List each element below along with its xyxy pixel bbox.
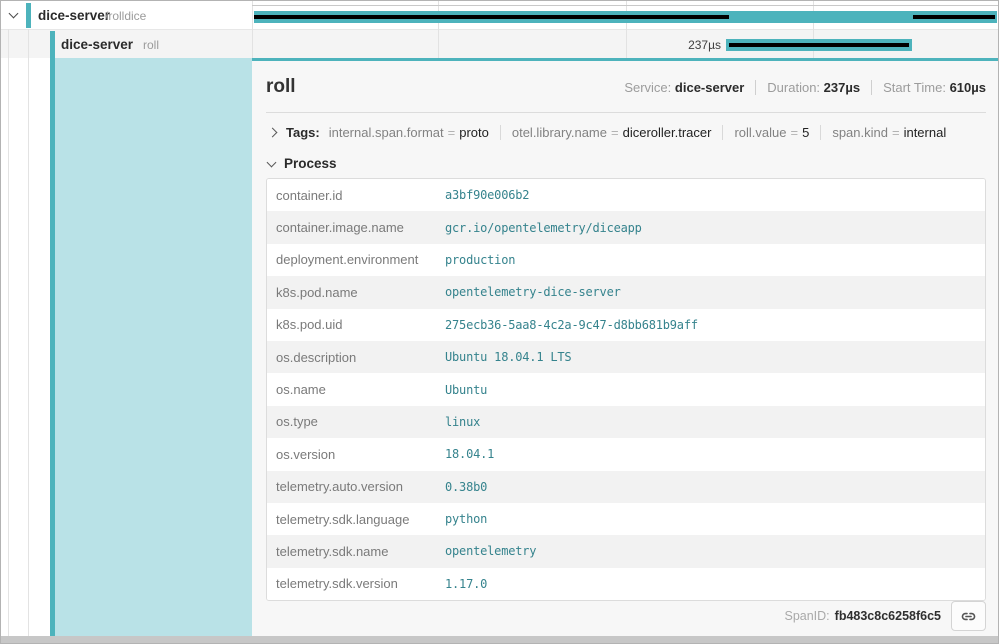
span-color-indicator	[50, 31, 55, 58]
chevron-down-icon	[267, 157, 277, 167]
table-row: k8s.pod.uid275ecb36-5aa8-4c2a-9c47-d8bb6…	[267, 309, 985, 341]
table-row: telemetry.sdk.languagepython	[267, 503, 985, 535]
span-operation-name: roll	[143, 38, 159, 52]
timeline-gridline	[252, 1, 253, 58]
tag-item: span.kind=internal	[832, 125, 946, 140]
span-detail-header: roll Service: dice-server Duration: 237µ…	[266, 61, 986, 113]
critical-path-segment	[913, 15, 995, 19]
indent-guide	[28, 29, 29, 58]
tag-item: roll.value=5	[734, 125, 809, 140]
span-duration-bar-roll[interactable]	[726, 39, 912, 51]
selected-span-indent-fill	[55, 58, 252, 636]
service-stat: Service: dice-server	[624, 80, 744, 95]
tag-item: otel.library.name=diceroller.tracer	[512, 125, 712, 140]
bottom-scrollbar[interactable]	[1, 636, 998, 643]
span-header-stats: Service: dice-server Duration: 237µs Sta…	[624, 80, 986, 95]
table-row: os.nameUbuntu	[267, 373, 985, 405]
start-time-stat: Start Time: 610µs	[883, 80, 986, 95]
indent-guide	[8, 58, 9, 636]
duration-stat: Duration: 237µs	[767, 80, 860, 95]
span-service-name[interactable]: dice-server	[61, 37, 133, 52]
process-accordion-toggle[interactable]: Process	[266, 154, 986, 172]
table-row: container.ida3bf90e006b2	[267, 179, 985, 211]
span-duration-bar-rolldice[interactable]	[254, 11, 997, 23]
trace-detail-page: dice-server /rolldice dice-server roll 2…	[0, 0, 999, 644]
span-id-label: SpanID:	[784, 609, 829, 623]
copy-span-link-button[interactable]	[951, 601, 986, 631]
span-duration-label: 237µs	[621, 38, 721, 52]
table-row: os.descriptionUbuntu 18.04.1 LTS	[267, 341, 985, 373]
span-detail-panel: roll Service: dice-server Duration: 237µ…	[252, 58, 998, 636]
link-icon	[960, 608, 977, 625]
chevron-right-icon	[268, 128, 278, 138]
critical-path-segment	[254, 15, 729, 19]
table-row: telemetry.sdk.version1.17.0	[267, 568, 985, 600]
tags-accordion-toggle[interactable]: Tags: internal.span.format=proto otel.li…	[266, 123, 986, 142]
process-kv-table: container.ida3bf90e006b2 container.image…	[266, 178, 986, 601]
tags-label: Tags:	[286, 125, 320, 140]
span-detail-row: roll Service: dice-server Duration: 237µ…	[1, 58, 998, 636]
table-row: telemetry.sdk.nameopentelemetry	[267, 535, 985, 567]
critical-path-segment	[729, 43, 909, 47]
span-color-indicator	[26, 3, 31, 28]
tag-separator	[500, 125, 501, 140]
tag-item: internal.span.format=proto	[329, 125, 489, 140]
trace-timeline: dice-server /rolldice dice-server roll 2…	[1, 1, 998, 58]
tag-separator	[820, 125, 821, 140]
tag-separator	[722, 125, 723, 140]
indent-guide	[8, 29, 9, 58]
timeline-ruler-line	[252, 5, 998, 6]
table-row: os.version18.04.1	[267, 438, 985, 470]
table-row: deployment.environmentproduction	[267, 244, 985, 276]
process-label: Process	[284, 156, 337, 171]
span-operation-title: roll	[266, 76, 296, 98]
span-operation-name: /rolldice	[105, 9, 146, 23]
span-id-value: fb483c8c6258f6c5	[835, 609, 941, 623]
table-row: k8s.pod.nameopentelemetry-dice-server	[267, 276, 985, 308]
span-detail-footer: SpanID: fb483c8c6258f6c5	[784, 601, 986, 631]
indent-guide	[28, 58, 29, 636]
stat-separator	[871, 80, 872, 95]
table-row: telemetry.auto.version0.38b0	[267, 471, 985, 503]
table-row: container.image.namegcr.io/opentelemetry…	[267, 211, 985, 243]
span-service-name[interactable]: dice-server	[38, 8, 110, 23]
table-row: os.typelinux	[267, 406, 985, 438]
stat-separator	[755, 80, 756, 95]
tags-summary: internal.span.format=proto otel.library.…	[329, 125, 947, 140]
timeline-gridline	[438, 1, 439, 58]
